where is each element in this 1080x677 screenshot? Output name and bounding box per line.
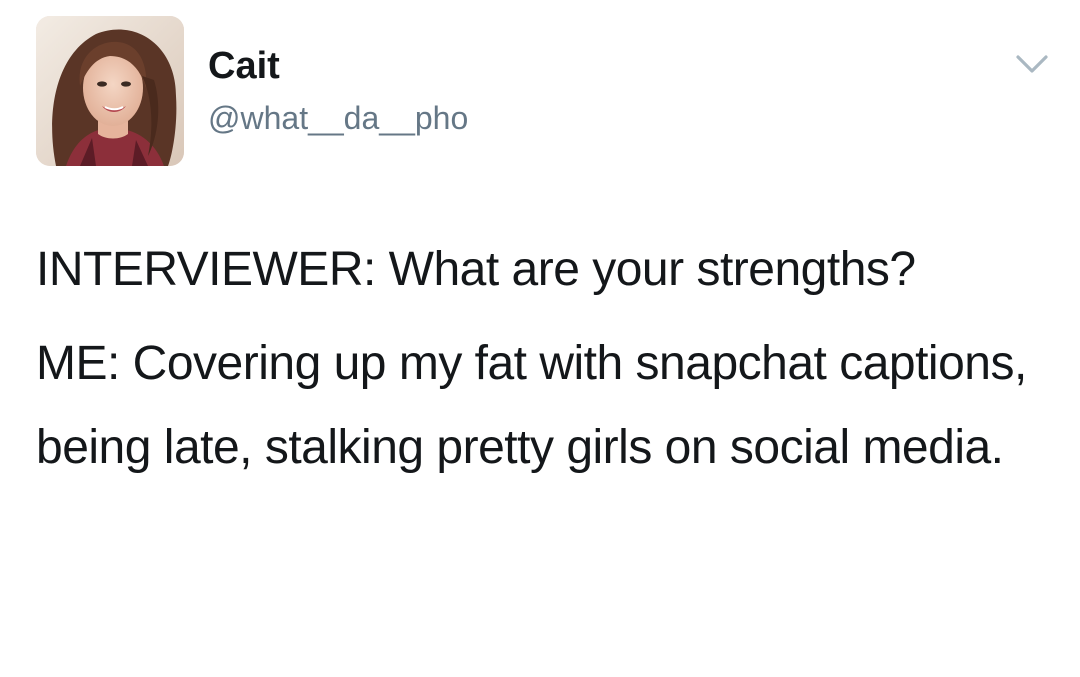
tweet-paragraph: ME: Covering up my fat with snapchat cap… [36, 337, 1027, 474]
display-name[interactable]: Cait [208, 44, 468, 88]
avatar[interactable] [36, 16, 184, 166]
user-info: Cait @what__da__pho [208, 44, 468, 138]
tweet-card: Cait @what__da__pho INTERVIEWER: What ar… [0, 0, 1080, 677]
tweet-text: INTERVIEWER: What are your strengths? ME… [36, 228, 1056, 490]
chevron-down-icon[interactable] [1014, 52, 1050, 76]
profile-photo-icon [36, 16, 184, 166]
tweet-paragraph: INTERVIEWER: What are your strengths? [36, 243, 916, 296]
username-handle[interactable]: @what__da__pho [208, 98, 468, 138]
